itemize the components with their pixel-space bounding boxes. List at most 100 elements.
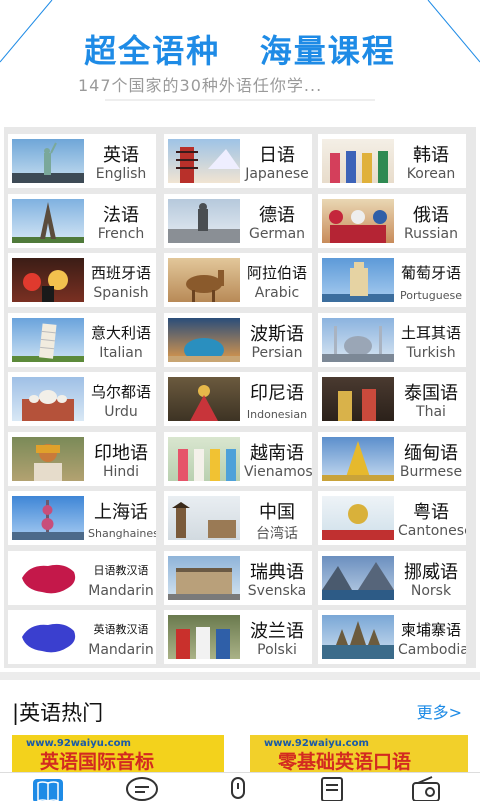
language-name-en: Spanish	[93, 285, 149, 301]
language-card[interactable]: 越南语Vienamose	[164, 431, 312, 486]
language-name-cn: 越南语	[250, 442, 304, 464]
language-name-cn: 阿拉伯语	[246, 264, 307, 282]
language-name-cn: 乌尔都语	[90, 383, 151, 401]
language-name-cn: 日语教汉语	[93, 563, 149, 577]
language-card[interactable]: 瑞典语 Svenska	[164, 550, 312, 605]
language-card[interactable]: 波斯语 Persian	[164, 312, 312, 367]
language-name-en: Shanghainese	[88, 527, 156, 540]
language-card[interactable]: 阿拉伯语 Arabic	[164, 253, 312, 307]
shwedagon-image	[322, 436, 394, 481]
language-name-cn: 波兰语	[250, 621, 304, 642]
tab-chat[interactable]	[124, 775, 160, 801]
language-card[interactable]: 日语 Japanese	[164, 134, 312, 188]
banner-headline: 英语国际音标	[40, 751, 155, 773]
language-card[interactable]: 印地语 Hindi	[8, 431, 156, 486]
language-name-en: Polski	[257, 642, 297, 658]
statue-of-liberty-image	[12, 139, 84, 183]
tab-radio[interactable]	[408, 775, 444, 802]
language-card[interactable]: 法语 French	[8, 193, 156, 248]
language-card[interactable]: 乌尔都语 Urdu	[8, 372, 156, 426]
flamenco-image	[12, 258, 84, 302]
language-name-en: German	[248, 225, 306, 242]
language-name-cn: 上海话	[94, 502, 148, 523]
book-icon	[33, 779, 63, 803]
eiffel-tower-image	[12, 198, 84, 243]
bottom-tab-bar	[0, 772, 480, 803]
stockholm-palace-image	[168, 555, 240, 600]
language-card[interactable]: 土耳其语 Turkish	[318, 312, 466, 367]
banner-headline: 零基础英语口语	[278, 751, 412, 773]
language-name-cn: 印尼语	[250, 383, 304, 404]
language-card[interactable]: 泰国语 Thai	[318, 372, 466, 426]
language-card[interactable]: 俄语 Russian	[318, 193, 466, 248]
language-card[interactable]: 印尼语 Indonesian	[164, 372, 312, 426]
language-card[interactable]: 波兰语 Polski	[164, 610, 312, 664]
language-name-cn: 葡萄牙语	[400, 264, 461, 282]
pisa-tower-image	[12, 317, 84, 362]
language-name-en: Turkish	[406, 344, 456, 361]
language-name-en: Arabic	[254, 285, 300, 301]
microphone-icon	[231, 777, 245, 799]
language-card[interactable]: 粤语 Cantonese	[318, 491, 466, 545]
china-map-blue-image	[12, 615, 84, 659]
tab-book[interactable]	[30, 775, 66, 803]
language-card[interactable]: 英语 English	[8, 134, 156, 188]
balinese-dance-image	[168, 377, 240, 421]
camel-image	[168, 258, 240, 302]
language-card[interactable]: 挪威语 Norsk	[318, 550, 466, 605]
ao-dai-image	[168, 436, 240, 481]
language-name-en: Cantonese	[398, 523, 466, 539]
language-card[interactable]: 上海话 Shanghainese	[8, 491, 156, 545]
language-name-en: Japanese	[245, 166, 309, 182]
language-name-cn: 俄语	[413, 204, 449, 226]
language-name-cn: 韩语	[413, 145, 449, 166]
polish-folk-image	[168, 615, 240, 659]
language-name-en: Portuguese	[400, 289, 462, 302]
language-name-cn: 泰国语	[404, 383, 458, 404]
language-card[interactable]: 英语教汉语 Mandarin	[8, 610, 156, 664]
banner-spoken[interactable]: www.92waiyu.com 零基础英语口语	[250, 735, 468, 773]
language-name-en: Norsk	[410, 582, 452, 599]
language-card[interactable]: 缅甸语 Burmese	[318, 431, 466, 486]
china-map-red-image	[12, 555, 84, 600]
language-name-en: Burmese	[399, 463, 463, 480]
language-name-en: Cambodia	[398, 642, 466, 658]
blue-dome-image	[168, 317, 240, 362]
language-card[interactable]: 日语教汉语 Mandarin	[8, 550, 156, 605]
divider	[105, 99, 375, 101]
language-name-cn: 意大利语	[90, 323, 151, 342]
more-link[interactable]: 更多>	[417, 699, 462, 723]
banner-ipa[interactable]: www.92waiyu.com 英语国际音标	[12, 735, 224, 773]
section-divider	[0, 672, 480, 680]
pagoda-fuji-image	[168, 139, 240, 183]
bauhinia-image	[322, 496, 394, 540]
language-card[interactable]: 韩语 Korean	[318, 134, 466, 188]
language-name-cn: 土耳其语	[400, 323, 461, 342]
chat-bubble-icon	[126, 777, 158, 801]
language-name-cn: 瑞典语	[250, 561, 304, 583]
language-name-en: Russian	[404, 225, 458, 242]
language-name-cn: 粤语	[413, 502, 449, 523]
thai-dancers-image	[322, 377, 394, 421]
language-card[interactable]: 意大利语 Italian	[8, 312, 156, 367]
tab-voice[interactable]	[220, 775, 256, 801]
language-name-cn: 挪威语	[404, 561, 458, 583]
language-name-cn: 缅甸语	[404, 442, 458, 464]
fjord-image	[322, 555, 394, 600]
language-name-en: Mandarin	[88, 642, 154, 658]
language-name-cn: 柬埔寨语	[400, 621, 461, 639]
language-card[interactable]: 葡萄牙语 Portuguese	[318, 253, 466, 307]
section-title: |英语热门	[12, 701, 104, 725]
language-name-cn: 中国	[259, 502, 295, 523]
language-name-en: French	[97, 225, 145, 242]
language-card[interactable]: 西班牙语 Spanish	[8, 253, 156, 307]
language-name-en: Italian	[99, 344, 143, 361]
language-card[interactable]: 中国 台湾话	[164, 491, 312, 545]
tab-article[interactable]	[314, 775, 350, 802]
language-card[interactable]: 德语 German	[164, 193, 312, 248]
language-name-cn: 波斯语	[250, 323, 304, 345]
language-card[interactable]: 柬埔寨语 Cambodia	[318, 610, 466, 664]
header: 超全语种 海量课程 147个国家的30种外语任你学...	[0, 0, 480, 118]
language-name-cn: 英语教汉语	[93, 623, 149, 636]
language-name-en: Indonesian	[246, 408, 308, 421]
